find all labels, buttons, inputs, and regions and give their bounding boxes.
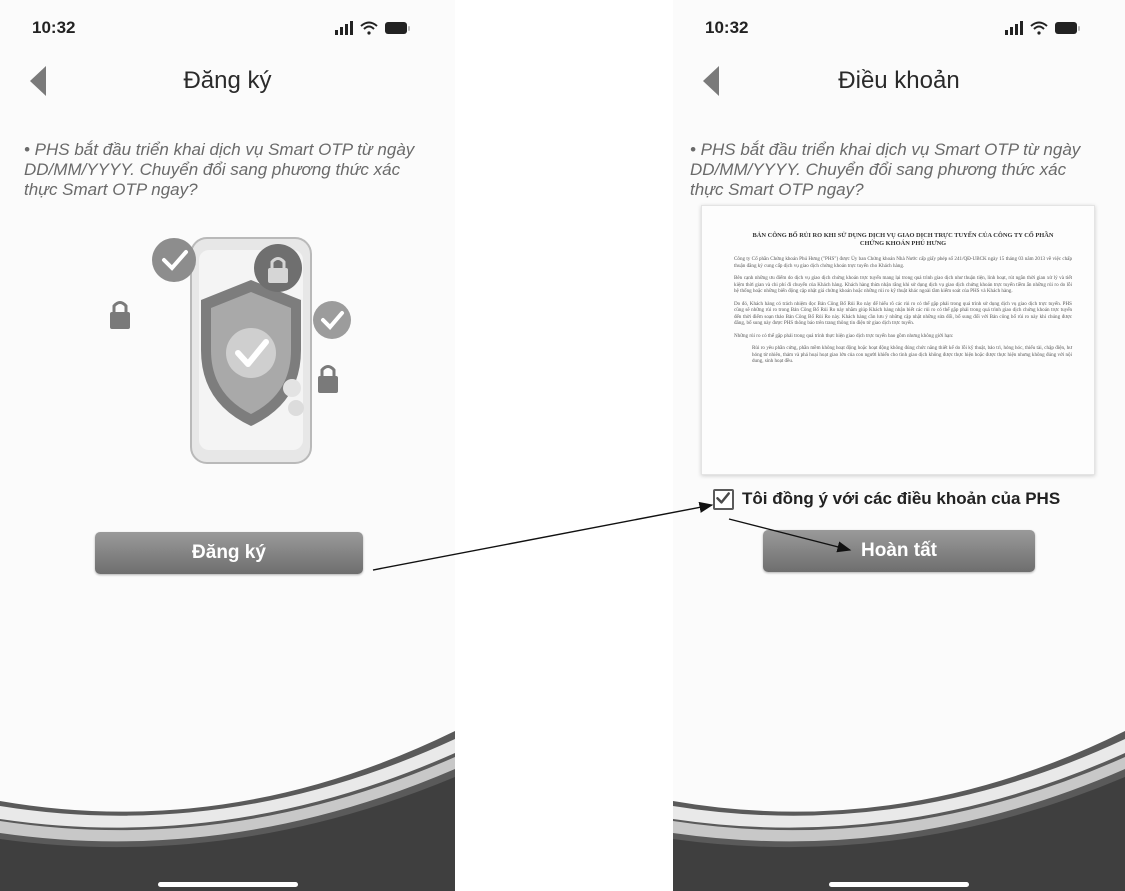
- intro-line: DD/MM/YYYY. Chuyển đổi sang phương thức …: [24, 160, 401, 179]
- status-icons: [1005, 21, 1080, 35]
- terms-screen: 10:32 Điều khoản • PHS bắt đầu triển kha…: [673, 0, 1125, 891]
- wifi-icon: [360, 21, 378, 35]
- home-indicator: [829, 882, 969, 887]
- intro-line: • PHS bắt đầu triển khai dịch vụ Smart O…: [24, 140, 415, 159]
- terms-paragraph: Do đó, Khách hàng có trách nhiệm đọc Bản…: [734, 300, 1072, 327]
- terms-paragraph: Bên cạnh những ưu điểm do dịch vụ giao d…: [734, 275, 1072, 294]
- terms-paragraph: Rủi ro yêu phần cứng, phần mềm không hoạ…: [752, 345, 1072, 364]
- agree-checkbox[interactable]: [713, 488, 734, 510]
- home-indicator: [157, 882, 298, 887]
- terms-document-title: BẢN CÔNG BỐ RỦI RO KHI SỬ DỤNG DỊCH VỤ G…: [752, 232, 1054, 247]
- battery-icon: [1055, 22, 1080, 34]
- complete-button[interactable]: Hoàn tất: [763, 530, 1035, 572]
- agree-label: Tôi đồng ý với các điều khoản của PHS: [742, 489, 1061, 508]
- terms-paragraph: Những rủi ro có thể gặp phải trong quá t…: [734, 332, 954, 339]
- status-icons: [335, 21, 410, 35]
- intro-line: • PHS bắt đầu triển khai dịch vụ Smart O…: [690, 140, 1081, 159]
- checkmark-icon: [716, 491, 730, 504]
- bottom-wave-decoration: [0, 731, 455, 891]
- register-screen: 10:32 Đăng ký • PHS bắt đầu triển khai d…: [0, 0, 455, 891]
- nav-bar: Đăng ký: [0, 60, 455, 104]
- intro-line: thực Smart OTP ngay?: [690, 180, 864, 199]
- status-bar: 10:32: [0, 14, 455, 42]
- security-shield-illustration: [110, 237, 351, 464]
- agree-terms-row[interactable]: Tôi đồng ý với các điều khoản của PHS: [713, 486, 1060, 512]
- register-button[interactable]: Đăng ký: [95, 532, 363, 574]
- status-time: 10:32: [32, 18, 76, 37]
- battery-icon: [385, 22, 410, 34]
- signal-icon: [335, 21, 353, 35]
- status-time: 10:32: [705, 18, 749, 37]
- bottom-wave-decoration: [673, 731, 1125, 891]
- signal-icon: [1005, 21, 1023, 35]
- intro-line: DD/MM/YYYY. Chuyển đổi sang phương thức …: [690, 160, 1067, 179]
- page-title: Điều khoản: [838, 67, 960, 94]
- screen-gap: [455, 0, 673, 891]
- terms-document[interactable]: BẢN CÔNG BỐ RỦI RO KHI SỬ DỤNG DỊCH VỤ G…: [701, 205, 1095, 475]
- wifi-icon: [1030, 21, 1048, 35]
- nav-bar: Điều khoản: [673, 60, 1125, 104]
- intro-line: thực Smart OTP ngay?: [24, 180, 198, 199]
- intro-text: • PHS bắt đầu triển khai dịch vụ Smart O…: [24, 140, 414, 200]
- intro-text: • PHS bắt đầu triển khai dịch vụ Smart O…: [690, 140, 1080, 200]
- terms-paragraph: Công ty Cổ phần Chứng khoán Phú Hưng ("P…: [734, 256, 1072, 269]
- status-bar: 10:32: [673, 14, 1125, 42]
- page-title: Đăng ký: [183, 67, 272, 94]
